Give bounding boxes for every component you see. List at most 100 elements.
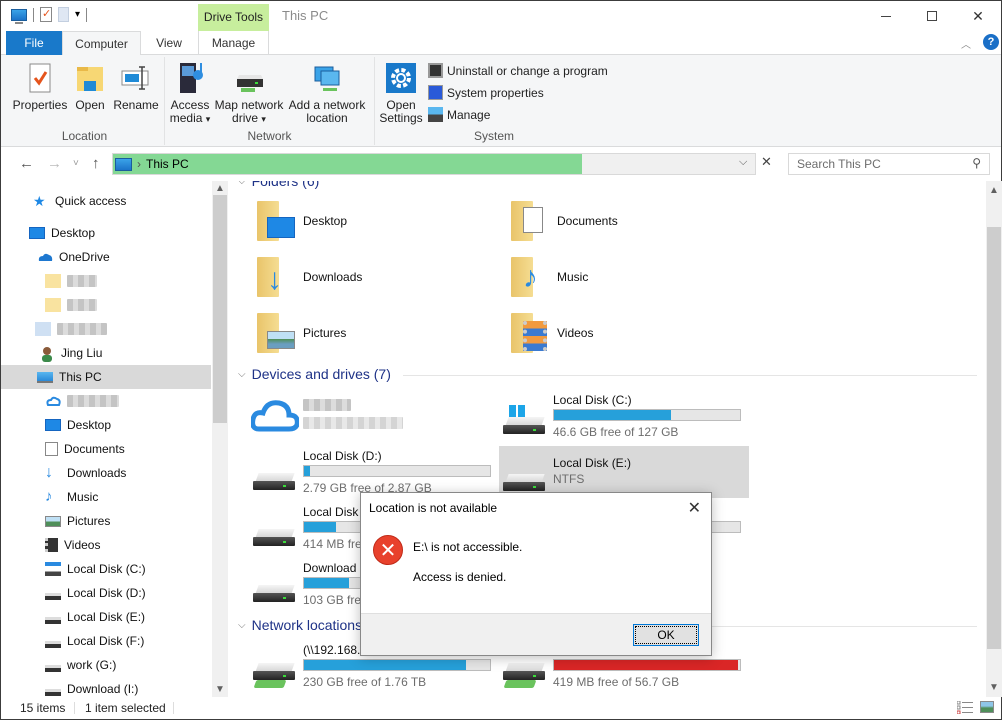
scrollbar-thumb[interactable] xyxy=(213,195,227,423)
drive-free-space: 419 MB free of 56.7 GB xyxy=(553,675,680,689)
back-button[interactable]: ← xyxy=(19,155,34,172)
nav-item-jing-liu[interactable]: Jing Liu xyxy=(1,341,211,365)
scroll-up-icon[interactable]: ▲ xyxy=(212,183,228,194)
nav-item-downloads[interactable]: ↓ Downloads xyxy=(1,461,211,485)
nav-item-local-disk-c[interactable]: Local Disk (C:) xyxy=(1,557,211,581)
scrollbar-thumb[interactable] xyxy=(987,227,1001,649)
cloud-drive-icon xyxy=(45,394,61,408)
minimize-button[interactable] xyxy=(863,1,909,31)
tab-view[interactable]: View xyxy=(141,31,197,55)
tab-computer[interactable]: Computer xyxy=(62,31,141,56)
dialog-close-button[interactable]: ✕ xyxy=(688,498,701,518)
nav-item-music[interactable]: ♪ Music xyxy=(1,485,211,509)
large-icons-view-icon[interactable] xyxy=(980,701,994,713)
this-pc-icon[interactable] xyxy=(11,8,27,24)
nav-item-desktop[interactable]: Desktop xyxy=(1,221,211,245)
system-properties-button[interactable]: System properties xyxy=(428,85,544,100)
scroll-up-icon[interactable]: ▲ xyxy=(986,185,1002,196)
access-media-button[interactable]: Access media ▾ xyxy=(169,61,211,126)
details-view-icon[interactable] xyxy=(956,700,973,715)
nav-item-onedrive[interactable]: OneDrive xyxy=(1,245,211,269)
maximize-button[interactable] xyxy=(909,1,955,31)
add-network-location-button[interactable]: Add a network location xyxy=(287,61,367,125)
add-network-location-label-1: Add a network xyxy=(288,98,366,112)
folder-pictures[interactable]: Pictures xyxy=(257,313,346,353)
qat-separator xyxy=(33,7,34,22)
nav-item-local-disk-f[interactable]: Local Disk (F:) xyxy=(1,629,211,653)
nav-item-desktop-pc[interactable]: Desktop xyxy=(1,413,211,437)
status-bar: 15 items 1 item selected xyxy=(1,697,1001,719)
address-dropdown-icon[interactable]: ⌵ xyxy=(739,156,747,169)
nav-label: Desktop xyxy=(67,418,112,432)
drive-name: Local Disk (E:) xyxy=(553,456,632,470)
up-button[interactable]: ↑ xyxy=(92,155,100,172)
drive-usage-fill xyxy=(304,578,349,588)
open-button[interactable]: Open xyxy=(71,61,109,112)
nav-item-videos[interactable]: Videos xyxy=(1,533,211,557)
map-network-drive-label-1: Map network xyxy=(214,98,284,112)
search-icon[interactable]: ⚲ xyxy=(972,156,981,170)
user-icon xyxy=(39,346,55,362)
nav-item-blurred[interactable] xyxy=(1,317,211,341)
search-input[interactable]: Search This PC ⚲ xyxy=(788,153,990,175)
drive-usage-bar xyxy=(303,465,491,477)
nav-item-pictures[interactable]: Pictures xyxy=(1,509,211,533)
nav-item-this-pc[interactable]: This PC xyxy=(1,365,211,389)
address-bar[interactable]: › This PC xyxy=(112,153,756,175)
devices-group-header[interactable]: ⌵ Devices and drives (7) xyxy=(238,366,391,382)
folder-music[interactable]: ♪ Music xyxy=(511,257,588,297)
drive-usage-bar xyxy=(303,659,491,671)
new-folder-icon[interactable] xyxy=(58,7,69,22)
folders-group-header[interactable]: ⌵ Folders (6) xyxy=(238,181,319,189)
uninstall-program-button[interactable]: Uninstall or change a program xyxy=(428,63,608,78)
ok-button[interactable]: OK xyxy=(633,624,699,646)
manage-button[interactable]: Manage xyxy=(428,107,490,122)
properties-button[interactable]: Properties xyxy=(11,61,69,112)
network-drive-icon xyxy=(253,663,295,688)
nav-pane-scrollbar[interactable]: ▲ ▼ xyxy=(212,181,228,697)
nav-item-work-g[interactable]: work (G:) xyxy=(1,653,211,677)
scroll-down-icon[interactable]: ▼ xyxy=(986,682,1002,693)
drive-free-space: 46.6 GB free of 127 GB xyxy=(553,425,679,439)
drive-local-disk-c[interactable]: Local Disk (C:) 46.6 GB free of 127 GB xyxy=(503,393,753,443)
tab-file[interactable]: File xyxy=(6,31,62,55)
nav-item-documents[interactable]: Documents xyxy=(1,437,211,461)
drive-usage-fill xyxy=(304,466,310,476)
map-network-drive-button[interactable]: Map network drive ▾ xyxy=(213,61,285,126)
scroll-down-icon[interactable]: ▼ xyxy=(212,684,228,695)
content-scrollbar[interactable]: ▲ ▼ xyxy=(986,181,1002,697)
nav-item-quick-access[interactable]: ★ Quick access xyxy=(1,189,211,213)
nav-item-local-disk-e[interactable]: Local Disk (E:) xyxy=(1,605,211,629)
customize-dropdown-icon[interactable]: ▾ xyxy=(75,9,80,20)
nav-item-local-disk-d[interactable]: Local Disk (D:) xyxy=(1,581,211,605)
open-settings-button[interactable]: Open Settings xyxy=(379,61,423,125)
collapse-ribbon-icon[interactable]: ︿ xyxy=(961,36,971,51)
blurred-label xyxy=(67,275,97,287)
folder-label: Videos xyxy=(557,326,594,340)
group-label-network: Network xyxy=(247,129,292,143)
dialog-footer: OK xyxy=(361,613,711,655)
tab-manage[interactable]: Manage xyxy=(198,31,269,55)
open-settings-label-2: Settings xyxy=(379,111,423,125)
network-group-header[interactable]: ⌵ Network locations xyxy=(238,617,362,633)
forward-button[interactable]: → xyxy=(47,155,62,172)
nav-item-blurred-folder[interactable] xyxy=(1,269,211,293)
close-button[interactable]: ✕ xyxy=(955,1,1001,31)
folder-downloads[interactable]: ↓ Downloads xyxy=(257,257,362,297)
nav-item-cloud-drive[interactable] xyxy=(1,389,211,413)
rename-label: Rename xyxy=(113,98,159,112)
folder-videos[interactable]: Videos xyxy=(511,313,593,353)
stop-loading-icon[interactable]: ✕ xyxy=(761,154,772,170)
breadcrumb-this-pc[interactable]: This PC xyxy=(146,154,189,174)
rename-button[interactable]: Rename xyxy=(111,61,161,112)
recent-locations-button[interactable]: ˅ xyxy=(73,158,79,169)
properties-icon[interactable] xyxy=(40,7,52,22)
drive-cloud[interactable] xyxy=(250,395,491,441)
manage-icon xyxy=(428,107,443,122)
blurred-drive-detail xyxy=(303,417,403,429)
drive-free-space: 103 GB free xyxy=(303,593,368,607)
nav-item-blurred-folder[interactable] xyxy=(1,293,211,317)
folder-documents[interactable]: Documents xyxy=(511,201,618,241)
folder-desktop[interactable]: Desktop xyxy=(257,201,347,241)
help-icon[interactable]: ? xyxy=(983,34,999,50)
